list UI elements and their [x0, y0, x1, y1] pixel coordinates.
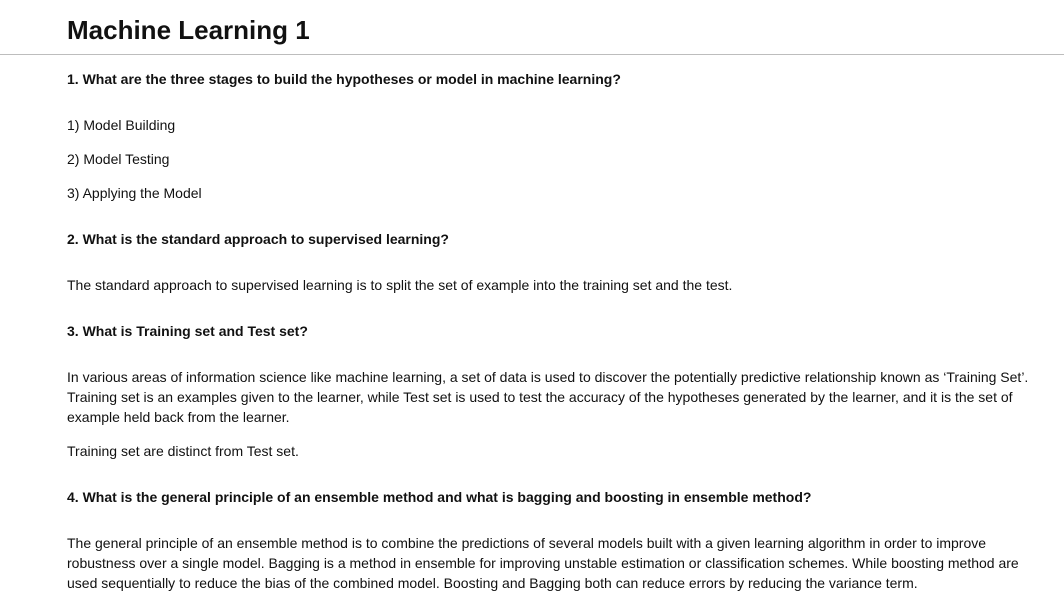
page-title: Machine Learning 1 — [67, 15, 310, 45]
question-heading: 3. What is Training set and Test set? — [67, 323, 308, 339]
list-item: 1) Model Building — [67, 117, 176, 133]
question-heading: 2. What is the standard approach to supe… — [67, 231, 449, 247]
answer-paragraph: The standard approach to supervised lear… — [67, 277, 733, 293]
answer-paragraph: Training set are distinct from Test set. — [67, 443, 299, 459]
question-heading: 4. What is the general principle of an e… — [67, 489, 812, 505]
list-item: 3) Applying the Model — [67, 185, 202, 201]
page-header: Machine Learning 1 — [0, 0, 1064, 55]
answer-paragraph: In various areas of information science … — [67, 369, 1029, 425]
answer-paragraph: The general principle of an ensemble met… — [67, 535, 1019, 591]
question-heading: 1. What are the three stages to build th… — [67, 71, 621, 87]
list-item: 2) Model Testing — [67, 151, 170, 167]
article-body: 1. What are the three stages to build th… — [0, 69, 1064, 593]
